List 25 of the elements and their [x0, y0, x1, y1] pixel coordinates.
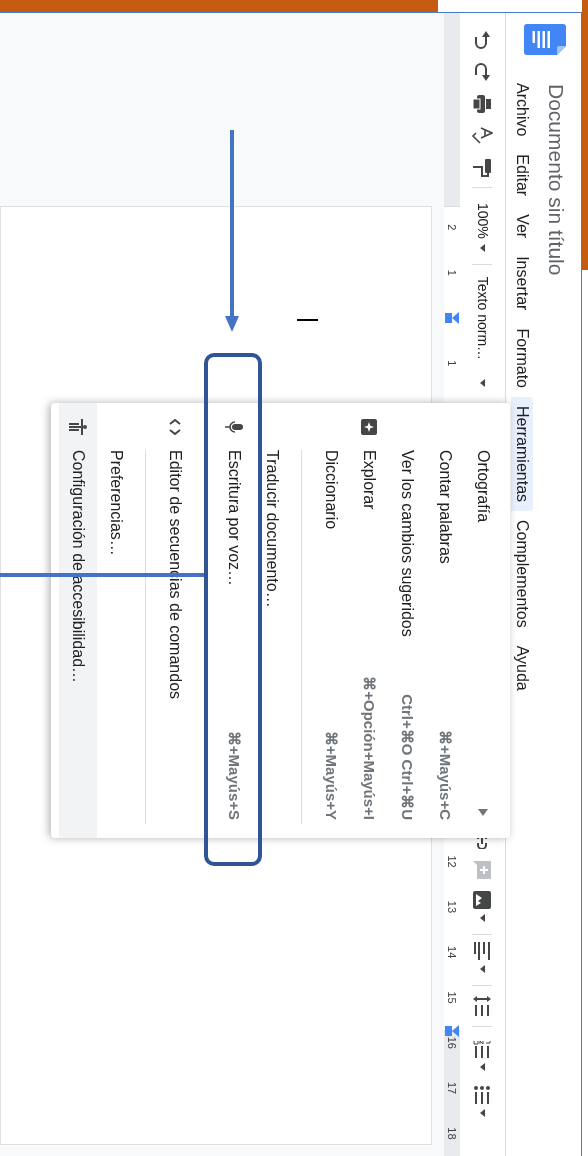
shortcut-label: ⌘+Mayús+S: [225, 730, 245, 820]
menu-item-label: Ver los cambios sugeridos: [398, 450, 417, 637]
menu-item-label: Editor de secuencias de comandos: [166, 450, 185, 700]
shortcut-label: ⌘+Opción+Mayús+I: [360, 676, 380, 820]
menu-item-label: Ortografía: [474, 450, 493, 523]
ruler-number: 2: [445, 224, 459, 231]
menu-item-label: Preferencias…: [107, 450, 126, 556]
ruler-number: 15: [445, 991, 459, 1004]
shortcut-label: ⌘+Mayús+C: [436, 729, 456, 820]
ruler-number: 13: [445, 900, 459, 913]
menu-item-label: Traducir documento…: [263, 450, 282, 608]
shortcut-label: Ctrl+⌘O Ctrl+⌘U: [398, 694, 418, 820]
menu-item-label: Escritura por voz…: [225, 450, 244, 587]
ruler-number: 17: [445, 1081, 459, 1095]
ruler-number: 14: [445, 946, 459, 959]
ruler-number: 18: [445, 1127, 459, 1140]
ruler-number: 16: [445, 1036, 459, 1049]
menu-item-label: Contar palabras: [436, 450, 455, 564]
menu-item-label: Explorar: [360, 450, 379, 510]
ruler-number: 12: [445, 855, 459, 868]
menu-item-label: Configuración de accesibilidad…: [69, 450, 88, 684]
ruler-number: 1: [445, 269, 459, 276]
ruler-number: 1: [445, 360, 459, 367]
menu-item-label: Diccionario: [322, 450, 341, 530]
shortcut-label: ⌘+Mayús+Y: [322, 730, 342, 820]
